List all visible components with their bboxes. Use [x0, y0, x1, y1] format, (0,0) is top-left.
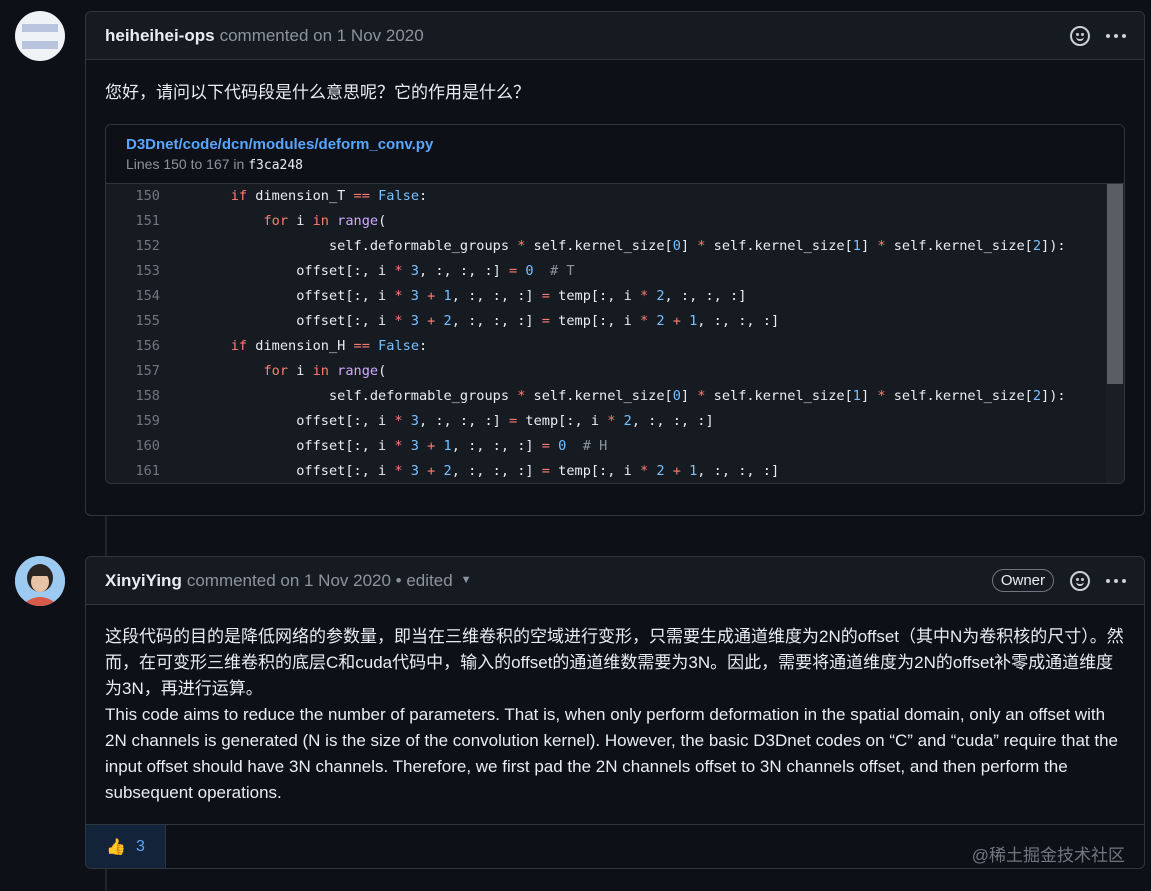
code-line: 157 for i in range(	[106, 359, 1124, 384]
comment-body: 您好，请问以下代码段是什么意思呢？它的作用是什么？	[105, 83, 530, 102]
line-number[interactable]: 158	[106, 384, 160, 409]
code-line: 159 offset[:, i * 3, :, :, :] = temp[:, …	[106, 409, 1124, 434]
kebab-icon[interactable]	[1106, 578, 1126, 583]
code-line: 161 offset[:, i * 3 + 2, :, :, :] = temp…	[106, 459, 1124, 483]
scrollbar-thumb[interactable]	[1107, 184, 1123, 384]
line-number[interactable]: 156	[106, 334, 160, 359]
avatar[interactable]	[15, 556, 65, 606]
code-line: 156 if dimension_H == False:	[106, 334, 1124, 359]
avatar-photo	[15, 556, 65, 606]
line-number[interactable]: 159	[106, 409, 160, 434]
code-line: 155 offset[:, i * 3 + 2, :, :, :] = temp…	[106, 309, 1124, 334]
comment-body-en: This code aims to reduce the number of p…	[105, 705, 1118, 802]
line-number[interactable]: 151	[106, 209, 160, 234]
comment-header: XinyiYing commented on 1 Nov 2020 • edit…	[86, 557, 1144, 605]
code-scrollbar[interactable]	[1106, 184, 1124, 483]
avatar-stripe	[22, 24, 58, 32]
comment-meta[interactable]: commented on 1 Nov 2020	[220, 26, 424, 46]
comment-body-cn: 这段代码的目的是降低网络的参数量，即当在三维卷积的空域进行变形，只需要生成通道维…	[105, 627, 1124, 698]
line-number[interactable]: 155	[106, 309, 160, 334]
code-line: 153 offset[:, i * 3, :, :, :] = 0 # T	[106, 259, 1124, 284]
code-line: 150 if dimension_T == False:	[106, 184, 1124, 209]
chevron-down-icon[interactable]: ▼	[461, 574, 472, 586]
smile-icon[interactable]	[1070, 25, 1090, 46]
timeline-connector-bottom	[105, 868, 107, 891]
code-line: 151 for i in range(	[106, 209, 1124, 234]
avatar[interactable]	[15, 11, 65, 61]
comment-box: XinyiYing commented on 1 Nov 2020 • edit…	[85, 556, 1145, 869]
watermark: @稀土掘金技术社区	[971, 846, 1125, 865]
thumbs-up-reaction[interactable]: 👍 3	[86, 825, 166, 868]
line-number[interactable]: 153	[106, 259, 160, 284]
code-line: 152 self.deformable_groups * self.kernel…	[106, 234, 1124, 259]
line-number[interactable]: 157	[106, 359, 160, 384]
smile-icon[interactable]	[1070, 570, 1090, 591]
code-snippet: D3Dnet/code/dcn/modules/deform_conv.py L…	[105, 124, 1125, 484]
code-line: 158 self.deformable_groups * self.kernel…	[106, 384, 1124, 409]
timeline-connector	[105, 515, 107, 557]
comment-box: heiheihei-ops commented on 1 Nov 2020 您好…	[85, 11, 1145, 516]
avatar-stripe	[22, 41, 58, 49]
line-number[interactable]: 150	[106, 184, 160, 209]
comment-author[interactable]: XinyiYing	[105, 571, 182, 591]
snippet-file-link[interactable]: D3Dnet/code/dcn/modules/deform_conv.py	[126, 135, 1104, 155]
snippet-header: D3Dnet/code/dcn/modules/deform_conv.py L…	[106, 125, 1124, 184]
kebab-icon[interactable]	[1106, 33, 1126, 38]
line-number[interactable]: 160	[106, 434, 160, 459]
reaction-count: 3	[136, 837, 145, 855]
comment-header: heiheihei-ops commented on 1 Nov 2020	[86, 12, 1144, 60]
comment-author[interactable]: heiheihei-ops	[105, 26, 215, 46]
line-number[interactable]: 154	[106, 284, 160, 309]
code-area: 150 if dimension_T == False: 151 for i i…	[106, 184, 1124, 483]
thumbs-up-icon: 👍	[106, 838, 126, 856]
comment-meta[interactable]: commented on 1 Nov 2020 • edited	[187, 571, 453, 591]
line-number[interactable]: 161	[106, 459, 160, 483]
owner-badge: Owner	[991, 569, 1054, 592]
line-number[interactable]: 152	[106, 234, 160, 259]
commit-sha[interactable]: f3ca248	[248, 158, 303, 173]
snippet-lines-info: Lines 150 to 167 in f3ca248	[126, 156, 304, 173]
code-line: 154 offset[:, i * 3 + 1, :, :, :] = temp…	[106, 284, 1124, 309]
comment-body: 这段代码的目的是降低网络的参数量，即当在三维卷积的空域进行变形，只需要生成通道维…	[86, 624, 1144, 806]
code-line: 160 offset[:, i * 3 + 1, :, :, :] = 0 # …	[106, 434, 1124, 459]
